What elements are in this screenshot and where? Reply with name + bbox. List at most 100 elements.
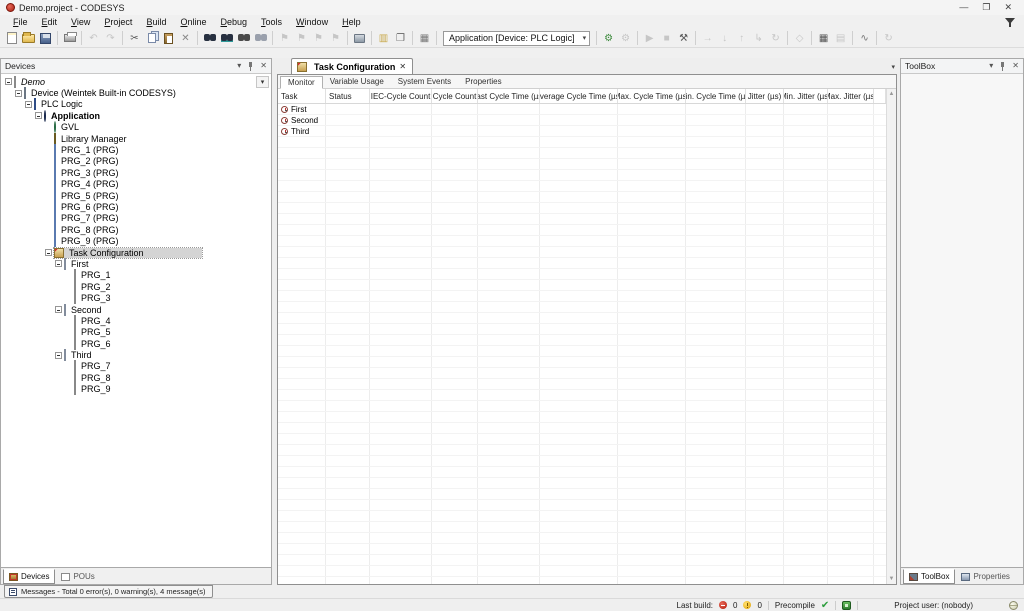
rebuild-button[interactable]: ⚙ — [617, 30, 634, 46]
scroll-up-icon[interactable]: ▲ — [889, 89, 895, 99]
column-header-cycle-count[interactable]: Cycle Count — [432, 89, 478, 103]
delete-button[interactable]: ✕ — [177, 30, 194, 46]
step-out-button[interactable]: ↑ — [733, 30, 750, 46]
subtab-system-events[interactable]: System Events — [391, 75, 458, 88]
collapse-icon[interactable] — [55, 260, 62, 267]
menu-tools[interactable]: Tools — [254, 16, 289, 28]
pin-icon[interactable] — [1000, 62, 1005, 71]
devices-panel-header[interactable]: Devices ▾ ✕ — [1, 59, 271, 74]
run-to-cursor-button[interactable]: ↳ — [750, 30, 767, 46]
column-header-average-cycle-time-s[interactable]: Average Cycle Time (µs) — [540, 89, 618, 103]
tab-list-dropdown-icon[interactable]: ▾ — [891, 63, 895, 71]
redo-button[interactable]: ↷ — [102, 30, 119, 46]
step-over-button[interactable]: → — [699, 30, 716, 46]
toggle-bookmark-button[interactable]: ⚑ — [276, 30, 293, 46]
menu-help[interactable]: Help — [335, 16, 368, 28]
tab-task-configuration[interactable]: Task Configuration ✕ — [291, 58, 413, 74]
save-project-button[interactable] — [37, 30, 54, 46]
funnel-icon[interactable] — [1004, 17, 1016, 28]
collapse-icon[interactable] — [15, 90, 22, 97]
device-communication-button[interactable] — [351, 30, 368, 46]
menu-online[interactable]: Online — [173, 16, 213, 28]
vertical-scrollbar[interactable]: ▲ ▼ — [886, 89, 896, 584]
stop-button[interactable]: ■ — [658, 30, 675, 46]
new-project-button[interactable] — [3, 30, 20, 46]
tree-dropdown-icon[interactable]: ▾ — [256, 76, 269, 88]
close-button[interactable]: ✕ — [1004, 1, 1012, 14]
find-button[interactable] — [201, 30, 218, 46]
subtab-variable-usage[interactable]: Variable Usage — [323, 75, 391, 88]
breakpoints-window-button[interactable]: ▦ — [815, 30, 832, 46]
flow-control-button[interactable]: ∿ — [856, 30, 873, 46]
toolbox-panel-header[interactable]: ToolBox ▾ ✕ — [901, 59, 1023, 74]
watch-window-button[interactable]: ▤ — [832, 30, 849, 46]
tree-item-prg-5-prg[interactable]: PRG_5 (PRG) — [1, 190, 271, 201]
tab-close-icon[interactable]: ✕ — [399, 62, 406, 71]
column-header-jitter-s[interactable]: Jitter (µs) — [746, 89, 784, 103]
minimize-button[interactable]: — — [959, 1, 968, 14]
tree-item-prg-1-prg[interactable]: PRG_1 (PRG) — [1, 144, 271, 155]
subtab-properties[interactable]: Properties — [458, 75, 508, 88]
tree-item-device-weintek-built-in-codesys[interactable]: Device (Weintek Built-in CODESYS) — [1, 87, 271, 98]
menu-view[interactable]: View — [64, 16, 97, 28]
cut-button[interactable]: ✂ — [126, 30, 143, 46]
table-row-third[interactable]: Third — [278, 126, 886, 137]
table-row-first[interactable]: First — [278, 104, 886, 115]
collapse-icon[interactable] — [35, 112, 42, 119]
tree-item-prg-6[interactable]: PRG_6 — [1, 338, 271, 349]
collapse-icon[interactable] — [5, 78, 12, 85]
tree-item-library-manager[interactable]: Library Manager — [1, 133, 271, 144]
toggle-breakpoint-button[interactable]: ◇ — [791, 30, 808, 46]
single-cycle-button[interactable]: ↻ — [767, 30, 784, 46]
subtab-monitor[interactable]: Monitor — [280, 76, 323, 89]
tree-item-application[interactable]: Application — [1, 110, 271, 121]
tab-properties[interactable]: Properties — [956, 569, 1014, 584]
paste-button[interactable] — [160, 30, 177, 46]
copy-button[interactable] — [143, 30, 160, 46]
undo-button[interactable]: ↶ — [85, 30, 102, 46]
panel-menu-icon[interactable]: ▾ — [237, 61, 241, 71]
find-in-project-button[interactable] — [235, 30, 252, 46]
tree-item-prg-4[interactable]: PRG_4 — [1, 315, 271, 326]
tree-item-prg-7[interactable]: PRG_7 — [1, 361, 271, 372]
pin-icon[interactable] — [248, 62, 253, 71]
messages-tab[interactable]: Messages - Total 0 error(s), 0 warning(s… — [4, 585, 213, 598]
restore-button[interactable]: ❐ — [982, 1, 990, 14]
tree-item-second[interactable]: Second — [1, 304, 271, 315]
column-header-min-cycle-time-s[interactable]: Min. Cycle Time (µs) — [686, 89, 746, 103]
column-header-min-jitter-s[interactable]: Min. Jitter (µs) — [784, 89, 828, 103]
table-row-second[interactable]: Second — [278, 115, 886, 126]
tree-item-gvl[interactable]: GVL — [1, 122, 271, 133]
online-config-button[interactable]: ⚒ — [675, 30, 692, 46]
print-button[interactable] — [61, 30, 78, 46]
chevron-down-icon[interactable]: ▾ — [583, 34, 587, 42]
new-window-button[interactable]: ❐ — [392, 30, 409, 46]
next-bookmark-button[interactable]: ⚑ — [293, 30, 310, 46]
menu-edit[interactable]: Edit — [35, 16, 65, 28]
step-into-button[interactable]: ↓ — [716, 30, 733, 46]
visualization-button[interactable]: ▦ — [416, 30, 433, 46]
tree-item-prg-1[interactable]: PRG_1 — [1, 270, 271, 281]
clear-bookmarks-button[interactable]: ⚑ — [327, 30, 344, 46]
tree-item-prg-9[interactable]: PRG_9 — [1, 384, 271, 395]
column-header-last-cycle-time-s[interactable]: Last Cycle Time (µs) — [478, 89, 540, 103]
replace-button[interactable] — [218, 30, 235, 46]
panel-close-icon[interactable]: ✕ — [260, 61, 267, 71]
build-button[interactable]: ⚙ — [600, 30, 617, 46]
collapse-icon[interactable] — [55, 306, 62, 313]
tree-item-prg-3-prg[interactable]: PRG_3 (PRG) — [1, 167, 271, 178]
tab-devices[interactable]: Devices — [3, 569, 55, 584]
refresh-button[interactable]: ↻ — [880, 30, 897, 46]
previous-bookmark-button[interactable]: ⚑ — [310, 30, 327, 46]
replace-in-project-button[interactable] — [252, 30, 269, 46]
tree-item-prg-5[interactable]: PRG_5 — [1, 327, 271, 338]
menu-file[interactable]: File — [6, 16, 35, 28]
collapse-icon[interactable] — [55, 352, 62, 359]
start-button[interactable]: ▶ — [641, 30, 658, 46]
open-project-button[interactable] — [20, 30, 37, 46]
add-object-button[interactable]: ▥ — [375, 30, 392, 46]
tree-item-plc-logic[interactable]: PLC Logic — [1, 99, 271, 110]
tree-item-prg-8-prg[interactable]: PRG_8 (PRG) — [1, 224, 271, 235]
menu-debug[interactable]: Debug — [214, 16, 255, 28]
menu-project[interactable]: Project — [97, 16, 139, 28]
